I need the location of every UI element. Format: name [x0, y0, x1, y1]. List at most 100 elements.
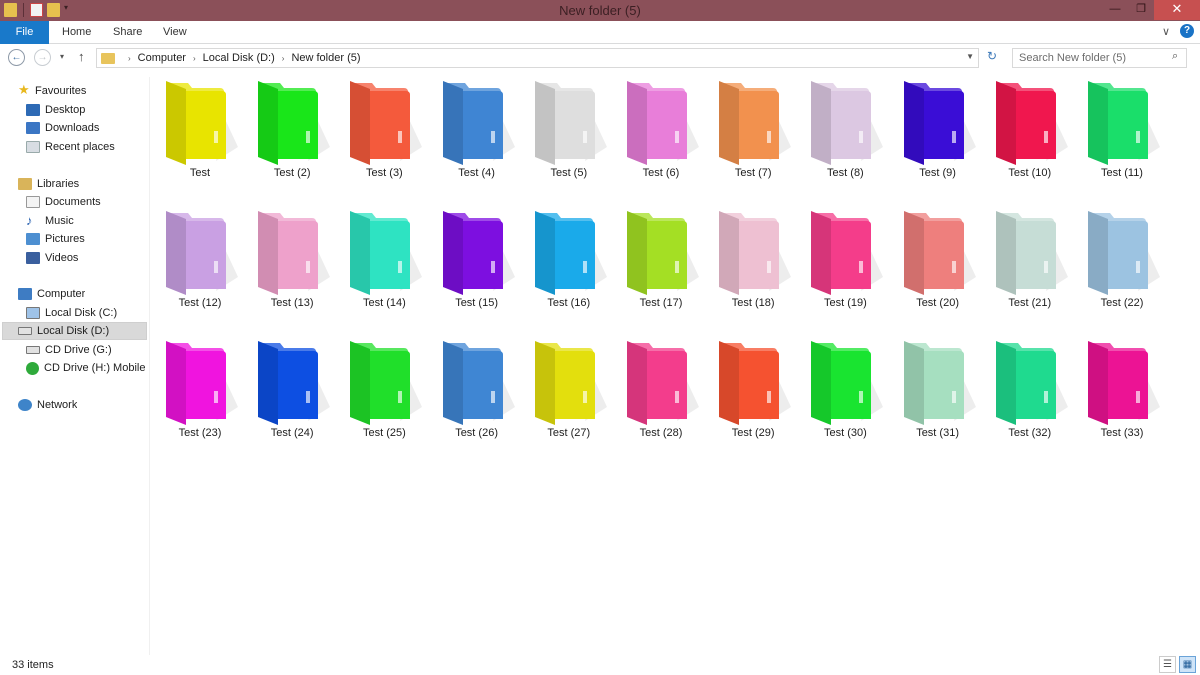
minimize-button[interactable]: —	[1102, 0, 1128, 20]
nav-desktop[interactable]: Desktop	[26, 101, 85, 119]
restore-button[interactable]: ❐	[1128, 0, 1154, 20]
details-view-icon[interactable]: ☰	[1159, 656, 1176, 673]
folder-label: Test (9)	[919, 167, 956, 179]
folder-icon	[258, 341, 331, 425]
folder-item[interactable]: Test (9)	[894, 77, 982, 187]
folder-label: Test (13)	[270, 297, 314, 309]
nav-favourites[interactable]: ★ Favourites	[18, 82, 86, 100]
nav-pictures[interactable]: Pictures	[26, 230, 85, 248]
tab-view[interactable]: View	[163, 21, 187, 44]
folder-item[interactable]: Test (27)	[525, 337, 613, 447]
nav-libraries[interactable]: Libraries	[18, 175, 79, 193]
folder-item[interactable]: Test (30)	[801, 337, 889, 447]
breadcrumb-separator-icon[interactable]: ›	[128, 54, 131, 63]
folder-item[interactable]: Test	[156, 77, 244, 187]
folder-icon	[442, 81, 515, 165]
nav-recent-places[interactable]: Recent places	[26, 138, 115, 156]
recent-locations-icon[interactable]: ▾	[60, 52, 64, 61]
folder-item[interactable]: Test (7)	[709, 77, 797, 187]
search-icon[interactable]: ⌕	[1172, 50, 1195, 63]
folder-item[interactable]: Test (12)	[156, 207, 244, 317]
close-button[interactable]: ✕	[1154, 0, 1200, 20]
folder-item[interactable]: Test (5)	[525, 77, 613, 187]
folder-item[interactable]: Test (29)	[709, 337, 797, 447]
breadcrumb-new-folder-5[interactable]: New folder (5)	[291, 52, 360, 64]
folder-item[interactable]: Test (32)	[986, 337, 1074, 447]
folder-label: Test (2)	[273, 167, 311, 179]
nav-cd-drive-g[interactable]: CD Drive (G:)	[26, 341, 112, 359]
folder-item[interactable]: Test (23)	[156, 337, 244, 447]
folder-item[interactable]: Test (24)	[248, 337, 336, 447]
expand-ribbon-icon[interactable]: ∨	[1162, 25, 1170, 38]
folder-item[interactable]: Test (3)	[340, 77, 428, 187]
address-dropdown-icon[interactable]: ▼	[966, 52, 974, 61]
nav-computer[interactable]: Computer	[18, 285, 85, 303]
folder-item[interactable]: Test (2)	[248, 77, 336, 187]
breadcrumb-local-disk-d[interactable]: Local Disk (D:)	[203, 52, 275, 64]
nav-network[interactable]: Network	[18, 396, 77, 414]
nav-music[interactable]: ♪ Music	[26, 212, 74, 230]
pictures-icon	[26, 233, 40, 245]
folder-icon	[995, 341, 1068, 425]
large-icons-view-icon[interactable]: ▦	[1179, 656, 1196, 673]
folder-item[interactable]: Test (6)	[617, 77, 705, 187]
nav-documents[interactable]: Documents	[26, 193, 101, 211]
search-input[interactable]: Search New folder (5)	[1012, 48, 1187, 68]
breadcrumb-separator-icon[interactable]: ›	[282, 54, 285, 63]
up-button[interactable]: ↑	[78, 49, 85, 64]
nav-cd-drive-h[interactable]: CD Drive (H:) Mobile P	[26, 359, 148, 377]
folder-icon	[258, 81, 331, 165]
nav-local-disk-c[interactable]: Local Disk (C:)	[26, 304, 117, 322]
breadcrumb-separator-icon[interactable]: ›	[193, 54, 196, 63]
folder-item[interactable]: Test (22)	[1078, 207, 1166, 317]
folder-item[interactable]: Test (15)	[433, 207, 521, 317]
forward-button[interactable]: →	[34, 49, 51, 66]
folder-icon	[719, 341, 792, 425]
folder-icon	[627, 211, 699, 295]
nav-label: Local Disk (C:)	[45, 307, 118, 319]
folder-item[interactable]: Test (11)	[1078, 77, 1166, 187]
folder-item[interactable]: Test (26)	[433, 337, 521, 447]
folder-item[interactable]: Test (4)	[433, 77, 521, 187]
folder-item[interactable]: Test (14)	[340, 207, 428, 317]
folder-item[interactable]: Test (8)	[801, 77, 889, 187]
folder-icon	[719, 81, 792, 165]
breadcrumb-computer[interactable]: Computer	[138, 52, 186, 64]
folder-item[interactable]: Test (19)	[801, 207, 889, 317]
help-icon[interactable]: ?	[1180, 24, 1194, 38]
folder-item[interactable]: Test (20)	[894, 207, 982, 317]
cd-drive-icon	[26, 346, 40, 354]
folder-item[interactable]: Test (25)	[340, 337, 428, 447]
folder-item[interactable]: Test (21)	[986, 207, 1074, 317]
folder-item[interactable]: Test (13)	[248, 207, 336, 317]
ribbon: File Home Share View ∨ ?	[0, 21, 1200, 44]
nav-label: Pictures	[45, 233, 85, 245]
folder-item[interactable]: Test (28)	[617, 337, 705, 447]
folder-item[interactable]: Test (16)	[525, 207, 613, 317]
folder-item[interactable]: Test (10)	[986, 77, 1074, 187]
folder-label: Test (31)	[916, 427, 959, 439]
folder-icon	[166, 211, 238, 295]
folder-label: Test (23)	[178, 427, 222, 439]
folder-label: Test (24)	[270, 427, 314, 439]
nav-local-disk-d[interactable]: Local Disk (D:)	[2, 322, 147, 340]
tab-file[interactable]: File	[0, 21, 49, 44]
folder-item[interactable]: Test (31)	[894, 337, 982, 447]
back-button[interactable]: ←	[8, 49, 25, 66]
folder-label: Test (29)	[731, 427, 775, 439]
address-bar[interactable]: › Computer › Local Disk (D:) › New folde…	[96, 48, 979, 68]
folder-item[interactable]: Test (33)	[1078, 337, 1166, 447]
folder-item[interactable]: Test (17)	[617, 207, 705, 317]
tab-share[interactable]: Share	[113, 21, 142, 44]
libraries-icon	[18, 178, 32, 190]
nav-videos[interactable]: Videos	[26, 249, 78, 267]
folder-label: Test (25)	[362, 427, 406, 439]
folder-item[interactable]: Test (18)	[709, 207, 797, 317]
tab-home[interactable]: Home	[62, 21, 91, 44]
windows-drive-icon	[26, 307, 40, 319]
mobile-partner-icon	[26, 361, 39, 375]
refresh-button[interactable]: ↻	[984, 49, 1000, 67]
folder-icon	[350, 81, 423, 165]
nav-downloads[interactable]: Downloads	[26, 119, 99, 137]
folder-icon	[811, 211, 884, 295]
